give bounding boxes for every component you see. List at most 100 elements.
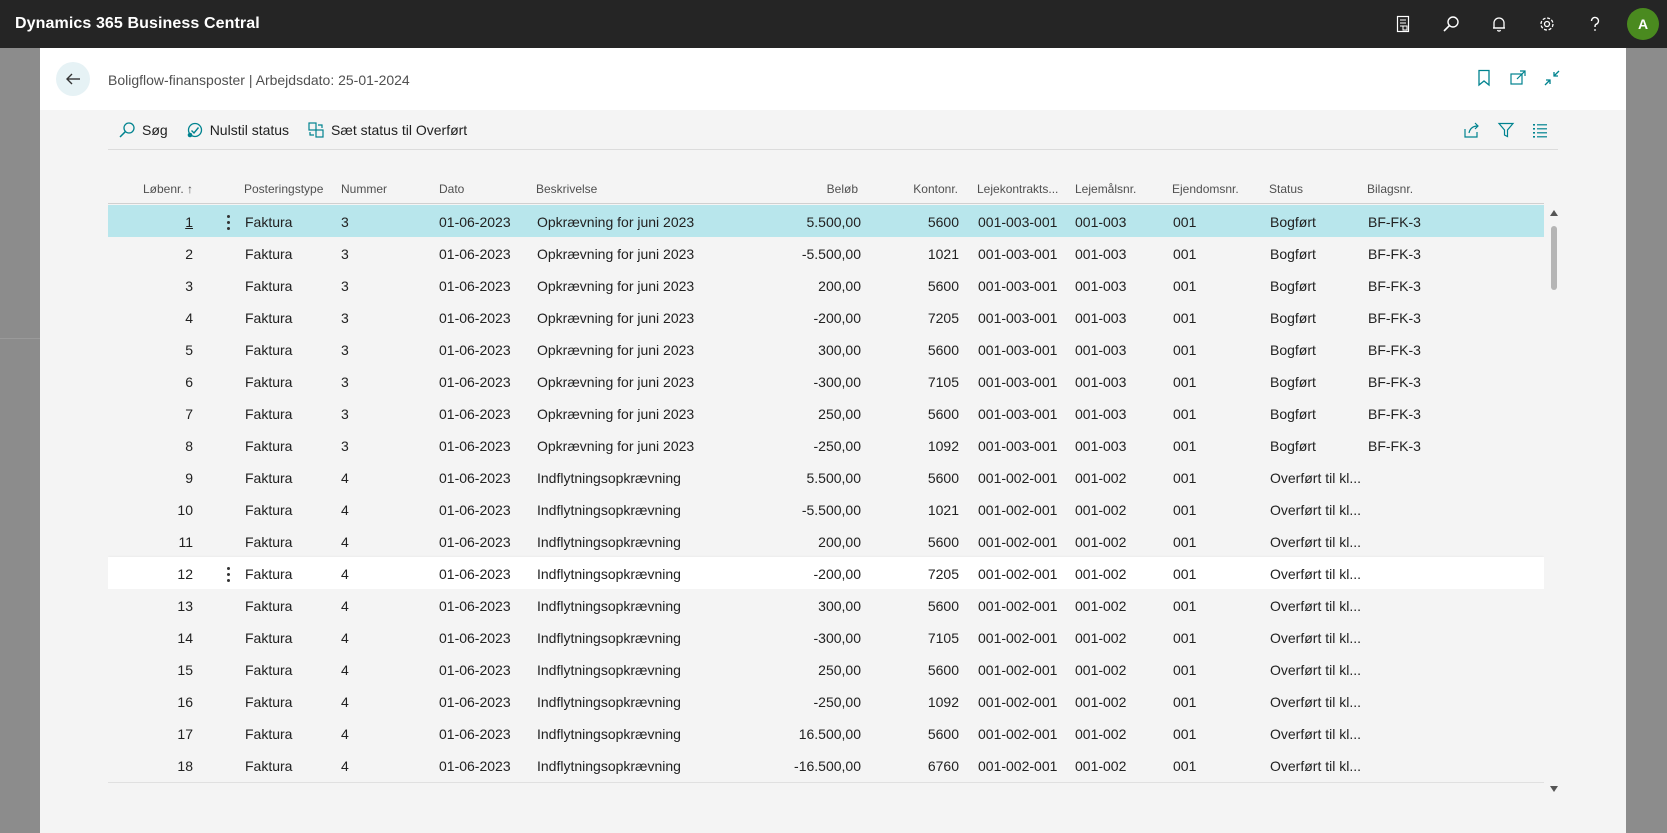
bookmark-icon[interactable] [1474, 68, 1494, 88]
table-row[interactable]: 10 Faktura 4 01-06-2023 Indflytningsopkrævni… [108, 493, 1544, 527]
col-kontonr[interactable]: Kontonr. [893, 182, 958, 196]
cell-posteringstype: Faktura [245, 310, 293, 326]
scroll-up-icon[interactable] [1550, 210, 1558, 216]
vertical-scrollbar[interactable] [1548, 206, 1560, 796]
col-ejendom[interactable]: Ejendomsnr. [1172, 182, 1239, 196]
cell-status: Bogført [1270, 342, 1316, 358]
cell-lejekontrakt: 001-002-001 [978, 598, 1058, 614]
cell-lobenr[interactable]: 13 [143, 598, 193, 614]
cell-ejendom: 001 [1173, 502, 1197, 518]
bell-icon[interactable] [1475, 0, 1523, 48]
list-view-icon[interactable] [1530, 120, 1550, 140]
user-avatar[interactable]: A [1627, 8, 1659, 40]
table-row[interactable]: 2 Faktura 3 01-06-2023 Opkrævning for juni 2… [108, 237, 1544, 271]
cell-lobenr[interactable]: 6 [143, 374, 193, 390]
gear-icon[interactable] [1523, 0, 1571, 48]
cell-posteringstype: Faktura [245, 374, 293, 390]
table-row[interactable]: 16 Faktura 4 01-06-2023 Indflytningsopkrævni… [108, 685, 1544, 719]
table-row[interactable]: 17 Faktura 4 01-06-2023 Indflytningsopkrævni… [108, 717, 1544, 751]
cell-lobenr[interactable]: 17 [143, 726, 193, 742]
document-icon[interactable] [1379, 0, 1427, 48]
cell-lobenr[interactable]: 15 [143, 662, 193, 678]
table-row[interactable]: 6 Faktura 3 01-06-2023 Opkrævning for juni 2… [108, 365, 1544, 399]
cell-lejemaal: 001-002 [1075, 758, 1127, 774]
table-row[interactable]: 5 Faktura 3 01-06-2023 Opkrævning for juni 2… [108, 333, 1544, 367]
cell-lobenr[interactable]: 16 [143, 694, 193, 710]
col-lobenr[interactable]: Løbenr. ↑ [143, 182, 193, 196]
cell-lejemaal: 001-003 [1075, 438, 1127, 454]
col-dato[interactable]: Dato [439, 182, 464, 196]
cell-ejendom: 001 [1173, 630, 1197, 646]
scroll-thumb[interactable] [1551, 226, 1557, 290]
cell-lobenr[interactable]: 5 [143, 342, 193, 358]
cell-lobenr[interactable]: 4 [143, 310, 193, 326]
col-lejemaal[interactable]: Lejemålsnr. [1075, 182, 1136, 196]
scroll-down-icon[interactable] [1550, 786, 1558, 792]
cell-lejekontrakt: 001-003-001 [978, 278, 1058, 294]
cell-kontonr: 1021 [927, 246, 959, 262]
col-status[interactable]: Status [1269, 182, 1303, 196]
set-status-transferred-action[interactable]: Sæt status til Overført [307, 121, 467, 139]
cell-nummer: 3 [341, 246, 349, 262]
cell-lejemaal: 001-002 [1075, 694, 1127, 710]
table-row[interactable]: 1 Faktura 3 01-06-2023 Opkrævning for juni 2… [108, 205, 1544, 239]
col-belob[interactable]: Beløb [803, 182, 858, 196]
table-row[interactable]: 11 Faktura 4 01-06-2023 Indflytningsopkrævni… [108, 525, 1544, 559]
cell-lobenr[interactable]: 8 [143, 438, 193, 454]
cell-lejekontrakt: 001-002-001 [978, 758, 1058, 774]
table-row[interactable]: 14 Faktura 4 01-06-2023 Indflytningsopkrævni… [108, 621, 1544, 655]
cell-bilag: BF-FK-3 [1368, 374, 1421, 390]
cell-belob: -300,00 [813, 374, 861, 390]
reset-status-action[interactable]: Nulstil status [186, 121, 289, 139]
table-row[interactable]: 13 Faktura 4 01-06-2023 Indflytningsopkrævni… [108, 589, 1544, 623]
table-row[interactable]: 3 Faktura 3 01-06-2023 Opkrævning for juni 2… [108, 269, 1544, 303]
table-row[interactable]: 15 Faktura 4 01-06-2023 Indflytningsopkrævni… [108, 653, 1544, 687]
cell-lobenr[interactable]: 18 [143, 758, 193, 774]
col-bilag[interactable]: Bilagsnr. [1367, 182, 1413, 196]
cell-posteringstype: Faktura [245, 342, 293, 358]
cell-beskrivelse: Indflytningsopkrævning [537, 502, 681, 518]
cell-ejendom: 001 [1173, 662, 1197, 678]
cell-lobenr[interactable]: 2 [143, 246, 193, 262]
cell-lobenr[interactable]: 14 [143, 630, 193, 646]
collapse-icon[interactable] [1542, 68, 1562, 88]
app-title[interactable]: Dynamics 365 Business Central [15, 15, 260, 33]
cell-lobenr[interactable]: 3 [143, 278, 193, 294]
cell-lejekontrakt: 001-003-001 [978, 246, 1058, 262]
cell-lobenr[interactable]: 7 [143, 406, 193, 422]
cell-lejemaal: 001-002 [1075, 566, 1127, 582]
cell-lobenr[interactable]: 1 [143, 214, 193, 230]
cell-lejekontrakt: 001-002-001 [978, 662, 1058, 678]
cell-status: Overført til kl... [1270, 534, 1361, 550]
share-icon[interactable] [1462, 120, 1482, 140]
back-button[interactable] [56, 62, 90, 96]
help-icon[interactable] [1571, 0, 1619, 48]
cell-belob: -5.500,00 [801, 246, 861, 262]
table-row[interactable]: 18 Faktura 4 01-06-2023 Indflytningsopkrævni… [108, 749, 1544, 783]
table-row[interactable]: 8 Faktura 3 01-06-2023 Opkrævning for juni 2… [108, 429, 1544, 463]
cell-lobenr[interactable]: 11 [143, 534, 193, 550]
reset-status-icon [186, 121, 204, 139]
table-row[interactable]: 9 Faktura 4 01-06-2023 Indflytningsopkrævnin… [108, 461, 1544, 495]
cell-belob: -250,00 [813, 438, 861, 454]
filter-icon[interactable] [1496, 120, 1516, 140]
search-icon[interactable] [1427, 0, 1475, 48]
row-menu-icon[interactable] [221, 564, 235, 584]
cell-beskrivelse: Indflytningsopkrævning [537, 662, 681, 678]
table-row[interactable]: 12 Faktura 4 01-06-2023 Indflytningsopkrævni… [108, 557, 1544, 591]
cell-lobenr[interactable]: 9 [143, 470, 193, 486]
cell-ejendom: 001 [1173, 726, 1197, 742]
table-row[interactable]: 4 Faktura 3 01-06-2023 Opkrævning for juni 2… [108, 301, 1544, 335]
cell-lobenr[interactable]: 12 [143, 566, 193, 582]
search-action[interactable]: Søg [118, 121, 168, 139]
col-lejekontrakt[interactable]: Lejekontrakts... [977, 182, 1058, 196]
cell-lobenr[interactable]: 10 [143, 502, 193, 518]
open-new-window-icon[interactable] [1508, 68, 1528, 88]
col-posteringstype[interactable]: Posteringstype [244, 182, 323, 196]
cell-nummer: 4 [341, 758, 349, 774]
cell-posteringstype: Faktura [245, 630, 293, 646]
table-row[interactable]: 7 Faktura 3 01-06-2023 Opkrævning for juni 2… [108, 397, 1544, 431]
col-nummer[interactable]: Nummer [341, 182, 387, 196]
col-beskrivelse[interactable]: Beskrivelse [536, 182, 597, 196]
row-menu-icon[interactable] [221, 212, 235, 232]
